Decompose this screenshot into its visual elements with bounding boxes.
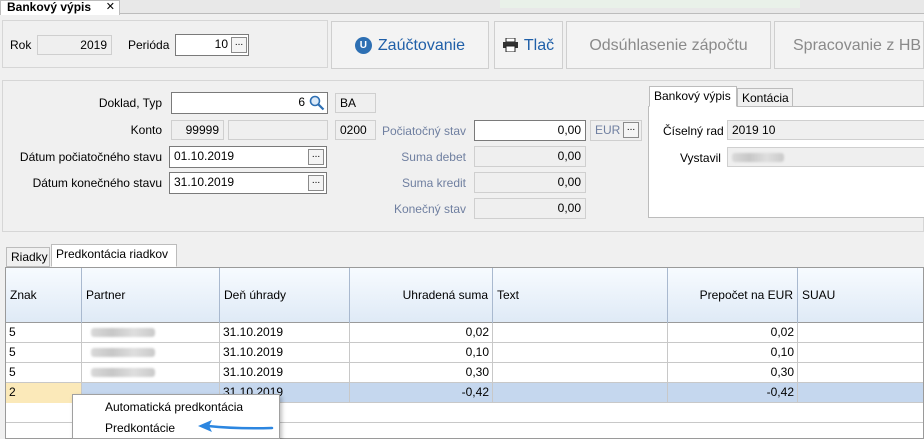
tab-riadky[interactable]: Riadky (6, 247, 50, 267)
printer-icon (502, 24, 518, 68)
column-header-prepocet[interactable]: Prepočet na EUR (668, 268, 798, 323)
column-header-text[interactable]: Text (493, 268, 668, 323)
tlac-button[interactable]: Tlač (494, 21, 563, 69)
poc-stav-input[interactable]: 0,00 (474, 120, 586, 141)
zauctovanie-button[interactable]: U Zaúčtovanie (331, 21, 489, 69)
datum-poc-label: Dátum počiatočného stavu (19, 150, 162, 164)
cell-prepocet[interactable]: 0,30 (668, 363, 798, 383)
spracovanie-label: Spracovanie z HB (793, 37, 922, 54)
cell-text[interactable] (493, 323, 668, 343)
cell-suau[interactable] (798, 323, 923, 343)
doklad-label: Doklad, Typ (98, 96, 162, 110)
poc-stav-label: Počiatočný stav (381, 124, 466, 138)
zauctovanie-label: Zaúčtovanie (377, 37, 466, 54)
vystavil-field (727, 147, 924, 167)
cell-suau[interactable] (798, 383, 923, 403)
table-row[interactable]: 5 31.10.2019 0,02 0,02 (6, 323, 923, 343)
redacted-partner (91, 348, 155, 358)
datum-kon-picker-button[interactable]: ... (308, 175, 324, 191)
rok-field: 2019 (37, 35, 112, 55)
cell-suau[interactable] (798, 363, 923, 383)
doklad-input[interactable]: 6 (171, 92, 328, 114)
posting-icon: U (354, 37, 372, 54)
datum-kon-input[interactable]: 31.10.2019 (169, 172, 327, 194)
table-row[interactable]: 5 31.10.2019 0,30 0,30 (6, 363, 923, 383)
cell-den-uhrady[interactable]: 31.10.2019 (220, 323, 350, 343)
konto-label: Konto (130, 123, 162, 137)
cell-suau[interactable] (798, 343, 923, 363)
ciselny-rad-field: 2019 10 (727, 120, 924, 140)
suma-kredit-label: Suma kredit (401, 176, 466, 190)
konto-name-field (228, 120, 328, 140)
tab-kontacia[interactable]: Kontácia (737, 88, 793, 107)
document-tab-label: Bankový výpis (7, 0, 92, 14)
column-header-znak[interactable]: Znak (6, 268, 82, 323)
cell-partner[interactable] (82, 323, 220, 343)
table-row[interactable]: 5 31.10.2019 0,10 0,10 (6, 343, 923, 363)
currency-picker-button[interactable]: ... (623, 122, 639, 138)
redacted-partner (91, 328, 155, 338)
cell-partner[interactable] (82, 363, 220, 383)
cell-uhradena-suma[interactable]: -0,42 (350, 383, 493, 403)
odsuhlasenie-zapoctu-button[interactable]: Odsúhlasenie zápočtu (566, 21, 771, 69)
cell-znak-editing[interactable]: 2 (6, 383, 82, 403)
cell-text[interactable] (493, 343, 668, 363)
suma-debet-label: Suma debet (401, 150, 466, 164)
document-tab-bankovy-vypis[interactable]: Bankový výpis ✕ (0, 0, 120, 15)
suma-debet-field: 0,00 (474, 146, 586, 167)
cell-uhradena-suma[interactable]: 0,02 (350, 323, 493, 343)
cell-uhradena-suma[interactable]: 0,30 (350, 363, 493, 383)
menu-item-automaticka-predkontacia[interactable]: Automatická predkontácia (73, 397, 279, 417)
column-header-uhradena-suma[interactable]: Uhradená suma (350, 268, 493, 323)
cell-text[interactable] (493, 383, 668, 403)
rok-label: Rok (10, 38, 32, 52)
grid-header: Znak Partner Deň úhrady Uhradená suma Te… (6, 268, 923, 323)
suma-kredit-field: 0,00 (474, 172, 586, 193)
tab-bankovy-vypis[interactable]: Bankový výpis (649, 86, 737, 107)
cell-text[interactable] (493, 363, 668, 383)
annotation-arrow-icon (196, 420, 274, 434)
konecny-stav-label: Konečný stav (393, 202, 466, 216)
konto-field: 99999 (171, 120, 224, 140)
datum-kon-label: Dátum konečného stavu (32, 176, 162, 190)
column-header-den-uhrady[interactable]: Deň úhrady (220, 268, 350, 323)
search-icon[interactable] (309, 95, 325, 114)
cell-uhradena-suma[interactable]: 0,10 (350, 343, 493, 363)
cell-den-uhrady[interactable]: 31.10.2019 (220, 363, 350, 383)
cell-znak[interactable]: 5 (6, 343, 82, 363)
doklad-value: 6 (298, 95, 305, 109)
redacted-name (732, 153, 784, 163)
column-header-suau[interactable]: SUAU (798, 268, 923, 323)
perioda-label: Perióda (128, 38, 170, 52)
typ-field: BA (335, 93, 376, 113)
close-icon[interactable]: ✕ (106, 1, 115, 14)
vystavil-label: Vystavil (680, 151, 721, 165)
ciselny-rad-label: Číselný rad (663, 124, 724, 138)
redacted-partner (91, 368, 155, 378)
spracovanie-z-hb-button[interactable]: Spracovanie z HB (774, 21, 924, 69)
tab-predkontacia-riadkov[interactable]: Predkontácia riadkov (51, 244, 177, 267)
tab-strip-highlight (500, 0, 800, 8)
datum-poc-picker-button[interactable]: ... (308, 149, 324, 165)
column-header-partner[interactable]: Partner (82, 268, 220, 323)
cell-partner[interactable] (82, 343, 220, 363)
datum-poc-input[interactable]: 01.10.2019 (169, 146, 327, 168)
perioda-picker-button[interactable]: ... (231, 37, 247, 53)
cell-prepocet[interactable]: -0,42 (668, 383, 798, 403)
cell-znak[interactable]: 5 (6, 363, 82, 383)
cell-prepocet[interactable]: 0,10 (668, 343, 798, 363)
cell-prepocet[interactable]: 0,02 (668, 323, 798, 343)
cell-den-uhrady[interactable]: 31.10.2019 (220, 343, 350, 363)
tlac-label: Tlač (523, 37, 555, 54)
konecny-stav-field: 0,00 (474, 198, 586, 219)
cell-znak[interactable]: 5 (6, 323, 82, 343)
